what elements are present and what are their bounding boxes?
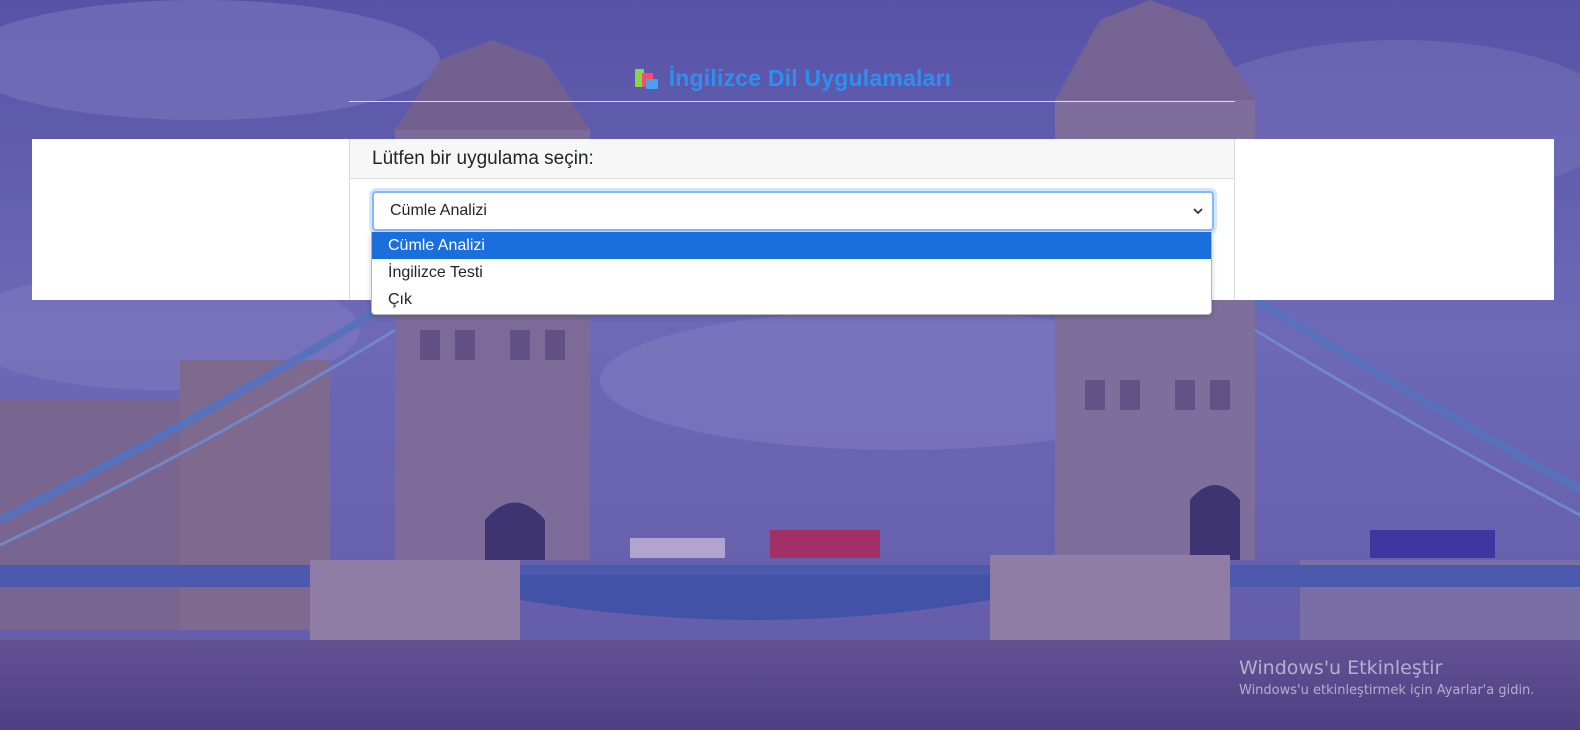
select-prompt: Lütfen bir uygulama seçin: bbox=[372, 148, 594, 169]
windows-activation-watermark: Windows'u Etkinleştir Windows'u etkinleş… bbox=[1239, 657, 1534, 698]
background-overlay bbox=[0, 0, 1580, 730]
option-cumle-analizi[interactable]: Cümle Analizi bbox=[372, 232, 1211, 259]
app-select[interactable]: Cümle Analizi bbox=[372, 191, 1214, 231]
select-dropdown-list: Cümle Analizi İngilizce Testi Çık bbox=[371, 232, 1212, 315]
watermark-subtitle: Windows'u etkinleştirmek için Ayarlar'a … bbox=[1239, 683, 1535, 698]
page-header: İngilizce Dil Uygulamaları bbox=[349, 55, 1235, 102]
option-cik[interactable]: Çık bbox=[372, 286, 1211, 313]
card-header: Lütfen bir uygulama seçin: bbox=[350, 139, 1234, 179]
watermark-title: Windows'u Etkinleştir bbox=[1239, 657, 1443, 679]
title-group: İngilizce Dil Uygulamaları bbox=[633, 65, 952, 92]
books-icon bbox=[633, 67, 659, 91]
option-ingilizce-testi[interactable]: İngilizce Testi bbox=[372, 259, 1211, 286]
chevron-down-icon bbox=[1192, 205, 1204, 217]
select-value: Cümle Analizi bbox=[390, 202, 487, 219]
page-title: İngilizce Dil Uygulamaları bbox=[668, 65, 952, 91]
